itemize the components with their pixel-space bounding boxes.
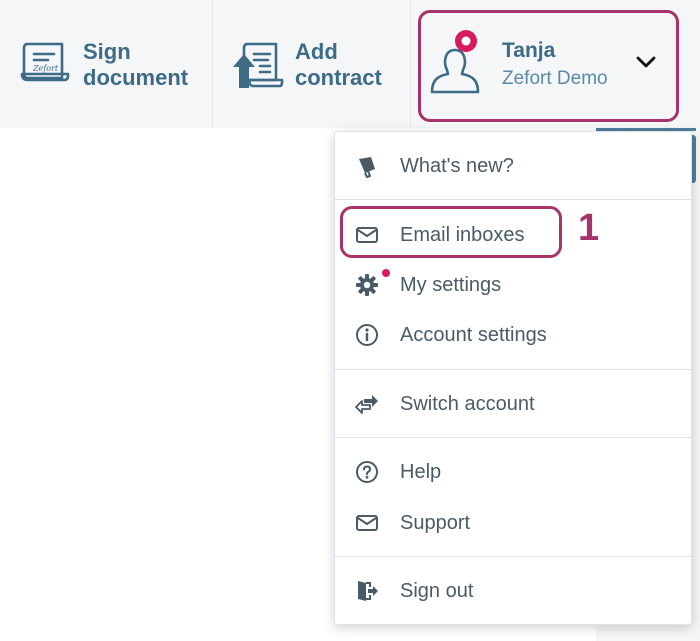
envelope-icon — [356, 515, 378, 531]
add-contract-button[interactable]: Add contract — [214, 0, 410, 128]
highlight-box — [340, 206, 562, 258]
menu-item-label: Support — [400, 512, 471, 534]
top-bar: Zefort Sign document Add contract Tanja … — [0, 0, 700, 128]
gear-icon — [356, 274, 378, 296]
add-contract-icon — [233, 42, 284, 88]
user-menu-button[interactable]: Tanja Zefort Demo — [418, 10, 679, 122]
megaphone-icon — [359, 157, 375, 178]
user-avatar-icon — [430, 30, 480, 94]
sign-document-label: Sign document — [83, 39, 189, 90]
user-name: Tanja — [502, 39, 556, 62]
menu-separator — [335, 437, 691, 438]
svg-text:Zefort: Zefort — [32, 64, 59, 73]
menu-item-label: My settings — [400, 274, 502, 296]
sign-document-icon: Zefort — [20, 42, 70, 82]
menu-separator — [335, 556, 691, 557]
info-icon — [356, 324, 378, 346]
notification-dot — [382, 269, 390, 277]
menu-item-whats-new[interactable]: What's new? — [335, 144, 691, 188]
question-icon — [356, 461, 378, 483]
sign-out-icon — [358, 581, 378, 601]
divider — [410, 0, 411, 128]
menu-item-label: Switch account — [400, 393, 535, 415]
user-organization: Zefort Demo — [502, 68, 608, 89]
menu-item-switch-account[interactable]: Switch account — [335, 382, 691, 426]
divider — [212, 0, 213, 128]
chevron-down-icon — [636, 56, 656, 68]
menu-item-label: What's new? — [400, 155, 514, 177]
menu-item-sign-out[interactable]: Sign out — [335, 569, 691, 613]
menu-item-label: Account settings — [400, 324, 547, 346]
menu-separator — [335, 369, 691, 370]
menu-item-account-settings[interactable]: Account settings — [335, 313, 691, 357]
menu-item-label: Help — [400, 461, 442, 483]
add-contract-label: Add contract — [295, 39, 382, 90]
switch-arrows-icon — [355, 395, 378, 414]
menu-separator — [335, 199, 691, 200]
menu-item-label: Sign out — [400, 580, 474, 602]
menu-item-support[interactable]: Support — [335, 501, 691, 545]
step-number: 1 — [578, 207, 600, 249]
sign-document-button[interactable]: Zefort Sign document — [0, 0, 212, 128]
menu-item-help[interactable]: Help — [335, 450, 691, 494]
